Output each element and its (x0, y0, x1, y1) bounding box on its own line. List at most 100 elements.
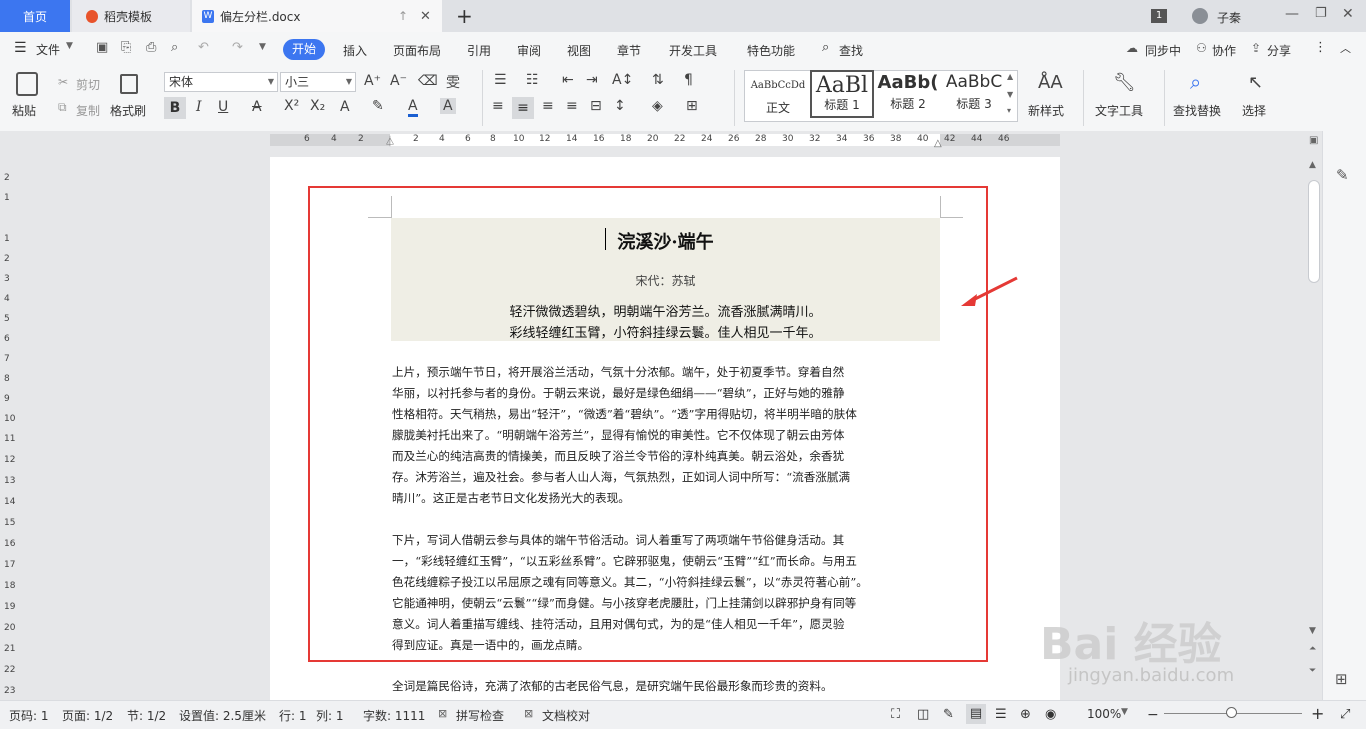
outline-view-icon[interactable]: ☰ (995, 707, 1007, 722)
search-icon[interactable]: ⌕ (822, 40, 829, 55)
format-painter-button[interactable]: 格式刷 (110, 102, 146, 119)
increase-indent-icon[interactable]: ⇥ (586, 72, 598, 88)
text-tools-button[interactable]: 文字工具 (1095, 102, 1143, 119)
zoom-fit-icon[interactable]: ⤢ (1340, 707, 1350, 722)
menu-file[interactable]: 文件 (36, 41, 60, 58)
more-options-icon[interactable]: ⋮ (1314, 40, 1327, 55)
menu-review[interactable]: 审阅 (517, 42, 541, 59)
new-style-button[interactable]: 新样式 (1028, 102, 1064, 119)
status-word-count[interactable]: 字数: 1111 (363, 707, 425, 724)
char-shading-button[interactable]: A (440, 98, 456, 114)
scrollbar-thumb[interactable] (1308, 180, 1320, 283)
first-line-indent-marker[interactable]: ⏃ (385, 133, 395, 148)
borders-icon[interactable]: ⊞ (686, 98, 698, 114)
find-replace-button[interactable]: 查找替换 (1173, 102, 1221, 119)
pin-icon[interactable]: ↑ (398, 9, 408, 23)
write-mode-icon[interactable]: ✎ (943, 707, 954, 722)
decrease-indent-icon[interactable]: ⇤ (562, 72, 574, 88)
grid-icon[interactable]: ⊞ (1335, 670, 1348, 688)
undo-icon[interactable]: ↶ (198, 40, 209, 55)
zoom-value[interactable]: 100% (1087, 707, 1121, 721)
style-more-icon[interactable]: ▾ (1007, 106, 1011, 115)
right-indent-marker[interactable]: △ (934, 138, 942, 149)
menu-hamburger-icon[interactable]: ☰ (14, 40, 27, 56)
menu-reference[interactable]: 引用 (467, 42, 491, 59)
style-scroll-down-icon[interactable]: ▼ (1007, 90, 1013, 99)
zoom-out-button[interactable]: − (1147, 707, 1159, 723)
select-button[interactable]: 选择 (1242, 102, 1266, 119)
copy-button[interactable]: 复制 (76, 102, 100, 119)
menu-chapter[interactable]: 章节 (617, 42, 641, 59)
distribute-icon[interactable]: ⊟ (590, 98, 602, 114)
paste-button[interactable]: 粘贴 (12, 102, 36, 119)
prev-page-icon[interactable]: ⏶ (1309, 644, 1316, 654)
text-effect-button[interactable]: A (340, 99, 350, 115)
save-icon[interactable]: ▣ (96, 40, 108, 55)
web-view-icon[interactable]: ⊕ (1020, 707, 1031, 722)
paragraph-3[interactable]: 全词是篇民俗诗，充满了浓郁的古老民俗气息，是研究端午民俗最形象而珍贵的资料。 (392, 676, 940, 697)
sort-icon[interactable]: ⇅ (652, 72, 664, 88)
window-count-badge[interactable]: 1 (1151, 9, 1167, 23)
zoom-in-button[interactable]: + (1311, 704, 1324, 723)
menu-view[interactable]: 视图 (567, 42, 591, 59)
font-family-select[interactable]: 宋体 ▼ (164, 72, 278, 92)
close-window-icon[interactable]: ✕ (1342, 6, 1354, 22)
next-page-icon[interactable]: ⏷ (1309, 666, 1316, 676)
menu-start[interactable]: 开始 (283, 39, 325, 60)
minimize-icon[interactable]: — (1285, 6, 1299, 22)
fullscreen-icon[interactable]: ⛶ (891, 707, 900, 722)
numbered-list-icon[interactable]: ☷ (526, 72, 539, 88)
style-heading-1[interactable]: AaBl 标题 1 (810, 70, 874, 118)
font-size-select[interactable]: 小三 ▼ (280, 72, 356, 92)
status-setting-value[interactable]: 设置值: 2.5厘米 (179, 707, 266, 724)
spell-check-button[interactable]: 拼写检查 (456, 707, 504, 724)
restore-icon[interactable]: ❐ (1315, 6, 1327, 21)
proofread-button[interactable]: 文档校对 (542, 707, 590, 724)
file-dropdown-icon[interactable]: ▼ (66, 41, 73, 51)
scroll-down-icon[interactable]: ▼ (1309, 626, 1316, 636)
tab-daoke-templates[interactable]: 稻壳模板 (72, 0, 190, 32)
close-tab-icon[interactable]: ✕ (420, 9, 431, 24)
eye-protect-icon[interactable]: ◉ (1045, 707, 1056, 722)
strikethrough-button[interactable]: A (252, 99, 262, 115)
justify-icon[interactable]: ≡ (566, 98, 578, 114)
user-avatar[interactable] (1192, 8, 1208, 24)
subscript-button[interactable]: X₂ (310, 98, 325, 114)
tab-home[interactable]: 首页 (0, 0, 70, 32)
style-heading-3[interactable]: AaBbC 标题 3 (942, 72, 1006, 118)
italic-button[interactable]: I (196, 99, 202, 115)
collaborate-button[interactable]: 协作 (1212, 42, 1236, 59)
status-column[interactable]: 列: 1 (316, 707, 344, 724)
print-preview-icon[interactable]: ⌕ (171, 40, 178, 55)
align-left-icon[interactable]: ≡ (492, 98, 504, 114)
quick-access-dropdown-icon[interactable]: ▼ (259, 42, 266, 52)
status-row[interactable]: 行: 1 (279, 707, 307, 724)
menu-search[interactable]: 查找 (839, 42, 863, 59)
decrease-font-icon[interactable]: A⁻ (390, 73, 407, 89)
style-normal[interactable]: AaBbCcDd 正文 (746, 72, 810, 118)
menu-page-layout[interactable]: 页面布局 (393, 42, 441, 59)
highlight-color-button[interactable]: ✎ (372, 98, 384, 114)
redo-icon[interactable]: ↷ (232, 40, 243, 55)
print-icon[interactable]: ⎙ (146, 40, 156, 55)
find-replace-icon[interactable]: ⌕ (1190, 70, 1201, 94)
text-direction-icon[interactable]: A↕ (612, 72, 633, 88)
bold-button[interactable]: B (164, 97, 186, 119)
status-page-number[interactable]: 页码: 1 (9, 707, 49, 724)
paragraph-shading-icon[interactable]: ◈ (652, 98, 663, 114)
cut-icon[interactable]: ✂ (58, 75, 68, 89)
underline-button[interactable]: U (218, 99, 228, 115)
share-button[interactable]: 分享 (1267, 42, 1291, 59)
show-marks-icon[interactable]: ¶ (684, 72, 693, 88)
text-tools-icon[interactable]: 🔧︎ (1113, 72, 1136, 93)
new-style-icon[interactable]: ÅA (1038, 72, 1063, 93)
scroll-top-icon[interactable]: ▣ (1309, 135, 1318, 146)
zoom-dropdown-icon[interactable]: ▼ (1121, 707, 1128, 717)
font-color-button[interactable]: A (408, 98, 418, 117)
style-heading-2[interactable]: AaBb( 标题 2 (876, 72, 940, 118)
phonetic-guide-icon[interactable]: 雯 (446, 72, 460, 92)
bullet-list-icon[interactable]: ☰ (494, 72, 507, 88)
pen-icon[interactable]: ✎ (1336, 166, 1349, 184)
increase-font-icon[interactable]: A⁺ (364, 73, 381, 89)
line-spacing-icon[interactable]: ↕ (614, 98, 626, 114)
